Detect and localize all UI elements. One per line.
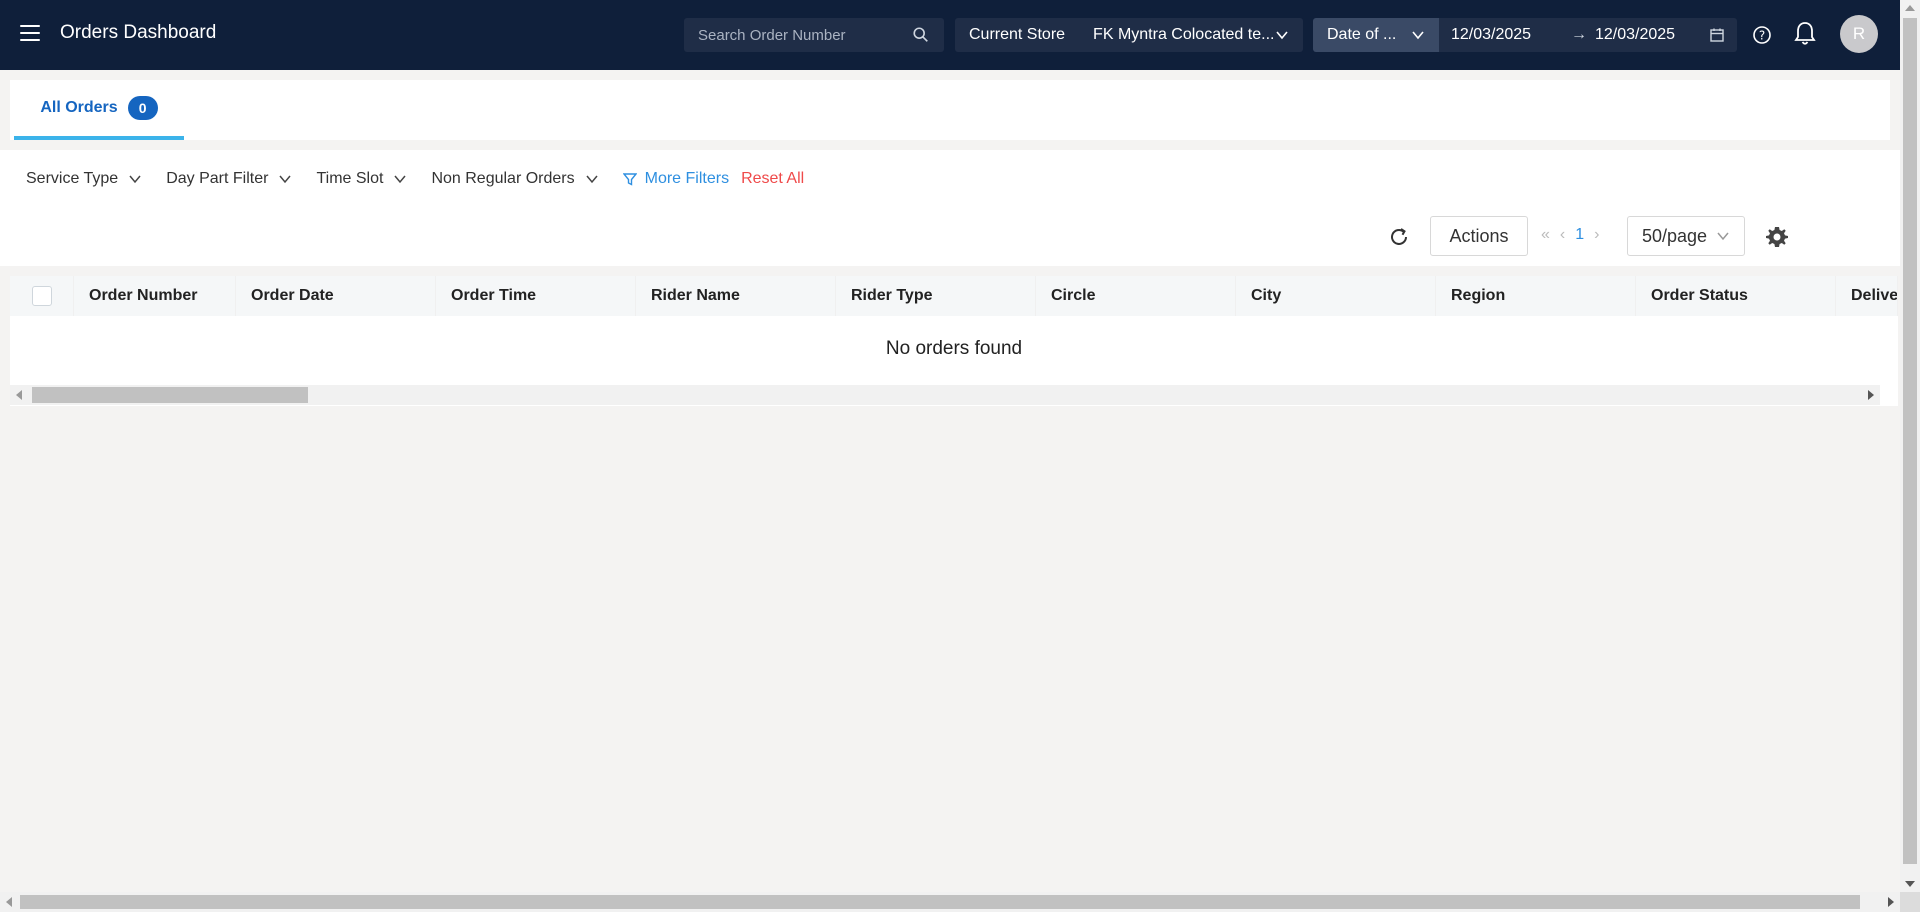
page-title: Orders Dashboard xyxy=(60,22,217,43)
column-header-order-number[interactable]: Order Number xyxy=(74,276,236,316)
scroll-down-arrow[interactable] xyxy=(1905,881,1915,887)
date-type-select[interactable]: Date of ... xyxy=(1313,18,1439,52)
scroll-right-arrow[interactable] xyxy=(1888,897,1894,907)
search-box[interactable] xyxy=(684,18,944,52)
help-icon[interactable]: ? xyxy=(1752,25,1772,45)
time-slot-filter[interactable]: Time Slot xyxy=(316,170,407,188)
date-from[interactable]: 12/03/2025 xyxy=(1451,26,1563,44)
page-horizontal-scrollbar[interactable] xyxy=(0,892,1900,912)
column-header-city[interactable]: City xyxy=(1236,276,1436,316)
chevron-down-icon xyxy=(586,175,598,184)
more-filters-label: More Filters xyxy=(644,170,730,187)
table-header-row: Order Number Order Date Order Time Rider… xyxy=(10,276,1898,316)
search-icon[interactable] xyxy=(912,26,930,44)
scroll-left-arrow[interactable] xyxy=(6,897,12,907)
actions-button[interactable]: Actions xyxy=(1430,216,1528,256)
chevron-down-icon xyxy=(1412,31,1424,40)
filter-label: Non Regular Orders xyxy=(431,170,575,187)
non-regular-orders-filter[interactable]: Non Regular Orders xyxy=(431,170,598,188)
empty-state-message: No orders found xyxy=(885,338,1023,359)
day-part-filter[interactable]: Day Part Filter xyxy=(166,170,292,188)
tab-count-badge: 0 xyxy=(127,96,158,120)
filter-label: Time Slot xyxy=(316,170,384,187)
first-page-icon[interactable]: « xyxy=(1541,226,1550,244)
search-input[interactable] xyxy=(698,26,912,44)
column-header-circle[interactable]: Circle xyxy=(1036,276,1236,316)
column-header-order-date[interactable]: Order Date xyxy=(236,276,436,316)
table-toolbar: Actions « ‹ 1 › 50/page xyxy=(1300,216,1900,256)
filter-label: Service Type xyxy=(26,170,119,187)
scroll-thumb[interactable] xyxy=(32,387,308,403)
arrow-right-icon: → xyxy=(1571,26,1587,43)
tab-label: All Orders xyxy=(40,99,118,116)
date-range-picker[interactable]: 12/03/2025 → 12/03/2025 xyxy=(1439,18,1737,52)
refresh-icon[interactable] xyxy=(1388,226,1410,248)
column-header-delivery[interactable]: Delivery xyxy=(1836,276,1898,316)
column-header-order-status[interactable]: Order Status xyxy=(1636,276,1836,316)
service-type-filter[interactable]: Service Type xyxy=(26,170,142,188)
more-filters-button[interactable]: More Filters xyxy=(622,170,730,188)
pagination: « ‹ 1 › xyxy=(1536,226,1604,244)
store-value: FK Myntra Colocated te... xyxy=(1093,26,1275,43)
filter-row: Service Type Day Part Filter Time Slot N… xyxy=(26,170,804,188)
tabs-panel: All Orders 0 xyxy=(10,80,1890,140)
filter-panel: Service Type Day Part Filter Time Slot N… xyxy=(0,150,1900,266)
column-header-rider-name[interactable]: Rider Name xyxy=(636,276,836,316)
chevron-down-icon xyxy=(1717,232,1729,241)
top-bar: Orders Dashboard Current Store FK Myntra… xyxy=(0,0,1900,70)
tab-all-orders[interactable]: All Orders 0 xyxy=(14,80,184,140)
filter-icon xyxy=(622,173,637,186)
chevron-down-icon xyxy=(279,175,292,184)
column-header-order-time[interactable]: Order Time xyxy=(436,276,636,316)
date-to[interactable]: 12/03/2025 xyxy=(1595,26,1709,44)
chevron-down-icon xyxy=(129,175,141,184)
store-selector[interactable]: Current Store FK Myntra Colocated te... xyxy=(955,18,1303,52)
svg-text:?: ? xyxy=(1759,29,1765,43)
date-type-value: Date of ... xyxy=(1327,26,1397,43)
gear-icon[interactable] xyxy=(1765,225,1789,249)
chevron-down-icon xyxy=(1276,31,1288,40)
hamburger-icon[interactable] xyxy=(20,25,40,41)
scroll-right-arrow[interactable] xyxy=(1868,390,1874,400)
prev-page-icon[interactable]: ‹ xyxy=(1560,226,1565,244)
page-vertical-scrollbar[interactable] xyxy=(1900,0,1920,892)
scroll-up-arrow[interactable] xyxy=(1905,5,1915,11)
page-size-select[interactable]: 50/page xyxy=(1627,216,1745,256)
column-header-region[interactable]: Region xyxy=(1436,276,1636,316)
filter-label: Day Part Filter xyxy=(166,170,269,187)
calendar-icon[interactable] xyxy=(1709,27,1725,43)
store-label: Current Store xyxy=(969,26,1066,43)
chevron-down-icon xyxy=(394,175,407,184)
current-page[interactable]: 1 xyxy=(1575,226,1584,244)
next-page-icon[interactable]: › xyxy=(1594,226,1599,244)
scroll-thumb[interactable] xyxy=(1903,18,1917,864)
avatar[interactable]: R xyxy=(1840,15,1878,53)
scroll-thumb[interactable] xyxy=(20,895,1860,909)
page-size-value: 50/page xyxy=(1642,225,1708,246)
select-all-checkbox[interactable] xyxy=(31,286,52,306)
scrollbar-corner xyxy=(1900,892,1920,912)
bell-icon[interactable] xyxy=(1793,20,1817,48)
scroll-left-arrow[interactable] xyxy=(16,390,22,400)
table-horizontal-scrollbar[interactable] xyxy=(10,385,1880,405)
reset-all-link[interactable]: Reset All xyxy=(741,170,804,188)
column-header-rider-type[interactable]: Rider Type xyxy=(836,276,1036,316)
select-all-cell xyxy=(10,276,74,316)
